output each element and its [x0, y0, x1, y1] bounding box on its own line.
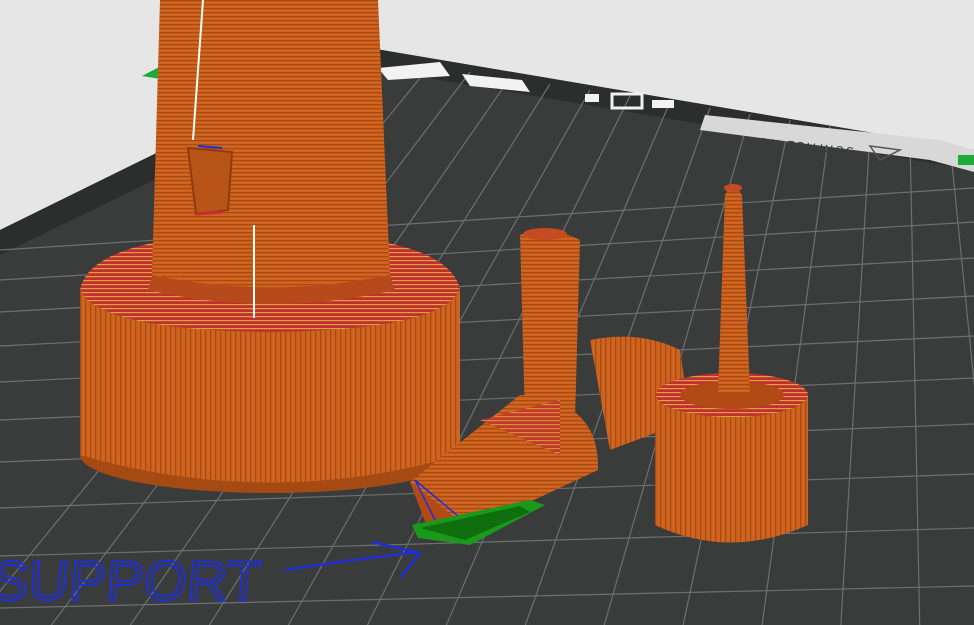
- corner-marker: [958, 155, 974, 165]
- cone-window: [186, 146, 234, 216]
- 3d-viewport[interactable]: SURFACE HOT SUPPORT: [0, 0, 974, 625]
- annotation-text: SUPPORT: [0, 549, 263, 612]
